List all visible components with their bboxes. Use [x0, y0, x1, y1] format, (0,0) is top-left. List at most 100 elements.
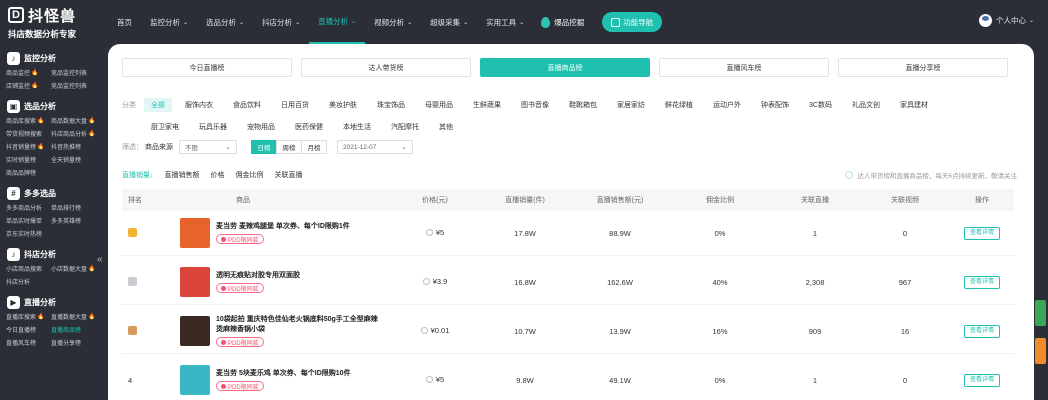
sidebar-item[interactable]: 竞品监控列表 — [51, 79, 96, 92]
sidebar-item[interactable]: 直播商品榜 — [51, 323, 96, 336]
view-detail-button[interactable]: 查看详情 — [963, 373, 1000, 387]
sidebar-item[interactable]: 店铺监控 🔥 — [6, 79, 51, 92]
sidebar-item[interactable]: 商品监控 🔥 — [6, 66, 51, 79]
sidebar-item[interactable]: 抖店分析 — [6, 275, 51, 288]
category-option[interactable]: 宠物用品 — [240, 120, 282, 134]
category-option[interactable]: 家具建材 — [893, 98, 935, 112]
category-option[interactable]: 3C数码 — [802, 98, 839, 112]
product-title[interactable]: 麦当劳 5块麦乐鸡 单次券、每个ID限购10件 — [216, 369, 384, 379]
product-thumbnail[interactable] — [180, 316, 210, 346]
sidebar-item[interactable]: 直播库搜索 🔥 — [6, 310, 51, 323]
nav-item[interactable]: 监控分析 ⌄ — [141, 0, 197, 44]
category-option[interactable]: 美妆护肤 — [322, 98, 364, 112]
sidebar-item[interactable]: 商品数据大盘 🔥 — [51, 114, 96, 127]
category-option[interactable]: 厨卫家电 — [144, 120, 186, 134]
user-menu[interactable]: 个人中心 ⌄ — [978, 14, 1034, 27]
category-option[interactable]: 运动户外 — [706, 98, 748, 112]
sidebar-item[interactable]: 抖店商品分析 🔥 — [51, 127, 96, 140]
tab-rank[interactable]: 达人带货榜 — [301, 58, 471, 77]
category-option[interactable]: 其他 — [432, 120, 460, 134]
sidebar-item[interactable]: 带货视频搜索 — [6, 127, 51, 140]
category-option[interactable]: 本地生活 — [336, 120, 378, 134]
nav-item[interactable]: 直播分析 ⌄ — [309, 0, 366, 44]
sidebar-item[interactable]: 直播分享榜 — [51, 336, 96, 349]
sidebar-item[interactable]: 多多英雄榜 — [51, 214, 96, 227]
category-option[interactable]: 礼品文创 — [845, 98, 887, 112]
sidebar-item[interactable]: 商品品牌榜 — [6, 166, 51, 179]
sidebar-item[interactable]: 抖音热推榜 — [51, 140, 96, 153]
nav-item[interactable]: 超级采集 ⌄ — [421, 0, 477, 44]
tab-rank[interactable]: 今日直播榜 — [122, 58, 292, 77]
category-option[interactable]: 生鲜蔬果 — [466, 98, 508, 112]
category-option[interactable]: 汽配摩托 — [384, 120, 426, 134]
period-option[interactable]: 周榜 — [276, 140, 302, 154]
sidebar-item[interactable]: 直播风车榜 — [6, 336, 51, 349]
sort-option[interactable]: 关联直播 — [275, 170, 303, 180]
sort-option[interactable]: 价格 — [211, 170, 225, 180]
collapse-icon[interactable]: « — [97, 254, 103, 265]
product-title[interactable]: 透明无痕贴对胶专用双面胶 — [216, 271, 384, 281]
product-thumbnail[interactable] — [180, 267, 210, 297]
view-detail-button[interactable]: 查看详情 — [963, 226, 1000, 240]
nav-item[interactable]: 抖店分析 ⌄ — [253, 0, 309, 44]
category-option[interactable]: 食品饮料 — [226, 98, 268, 112]
category-option[interactable]: 全部 — [144, 98, 172, 112]
nav-item[interactable]: 首页 — [108, 0, 141, 44]
view-detail-button[interactable]: 查看详情 — [963, 324, 1000, 338]
sidebar-item[interactable]: 实时销量榜 — [6, 153, 51, 166]
product-cell[interactable]: 麦当劳 麦辣鸡腿堡 单次券、每个ID限购1件 PDD限同款 — [172, 218, 390, 248]
feature-nav-button[interactable]: 功能导航 — [602, 12, 663, 32]
sidebar-section-head[interactable]: ▣ 选品分析 — [0, 98, 96, 114]
nav-item[interactable]: 实用工具 ⌄ — [477, 0, 533, 44]
category-option[interactable]: 珠宝饰品 — [370, 98, 412, 112]
sidebar-item[interactable]: 小店商品搜索 — [6, 262, 51, 275]
product-cell[interactable]: 透明无痕贴对胶专用双面胶 PDD限同款 — [172, 267, 390, 297]
sidebar-item[interactable]: 京东实时热榜 — [6, 227, 51, 240]
category-option[interactable]: 家居家纺 — [610, 98, 652, 112]
nav-item[interactable]: 选品分析 ⌄ — [197, 0, 253, 44]
category-option[interactable]: 鲜花绿植 — [658, 98, 700, 112]
sidebar-item[interactable]: 商品库搜索 🔥 — [6, 114, 51, 127]
product-cell[interactable]: 10袋起拍 重庆特色佳仙老火锅底料50g手工全型麻辣烫麻辣香锅小袋 PDD限同款 — [172, 315, 390, 347]
category-option[interactable]: 钟表配饰 — [754, 98, 796, 112]
product-thumbnail[interactable] — [180, 218, 210, 248]
tab-rank[interactable]: 直播商品榜 — [480, 58, 650, 77]
source-select[interactable]: 不限 ⌄ — [179, 140, 237, 154]
category-option[interactable]: 母婴用品 — [418, 98, 460, 112]
sort-option[interactable]: 直播销量↓ — [122, 170, 154, 180]
category-option[interactable]: 鞋靴箱包 — [562, 98, 604, 112]
float-tab-orange[interactable] — [1035, 338, 1046, 364]
sidebar-item[interactable]: 竞品监控列表 — [51, 66, 96, 79]
product-cell[interactable]: 麦当劳 5块麦乐鸡 单次券、每个ID限购10件 PDD限同款 — [172, 365, 390, 395]
period-option[interactable]: 日榜 — [251, 140, 277, 154]
nav-item[interactable]: 视频分析 ⌄ — [365, 0, 421, 44]
sidebar-item[interactable]: 小店数据大盘 🔥 — [51, 262, 96, 275]
sidebar-item[interactable]: 多多商品分析 — [6, 201, 51, 214]
period-option[interactable]: 月榜 — [301, 140, 327, 154]
sidebar-item[interactable]: 抖音销量榜 🔥 — [6, 140, 51, 153]
sidebar-section-head[interactable]: # 多多选品 — [0, 185, 96, 201]
category-option[interactable]: 日用百货 — [274, 98, 316, 112]
sidebar-item[interactable]: 单品实时爆单 — [6, 214, 51, 227]
sidebar-collapse[interactable]: « — [96, 44, 108, 400]
category-option[interactable]: 玩具乐器 — [192, 120, 234, 134]
logo[interactable]: D 抖怪兽 抖店数据分析专家 — [8, 5, 88, 39]
sidebar-item[interactable]: 直播数据大盘 🔥 — [51, 310, 96, 323]
hot-products-link[interactable]: 爆品挖掘 — [533, 16, 592, 28]
product-title[interactable]: 麦当劳 麦辣鸡腿堡 单次券、每个ID限购1件 — [216, 222, 384, 232]
tab-rank[interactable]: 直播分享榜 — [838, 58, 1008, 77]
date-picker[interactable]: 2021-12-07 ⌄ — [337, 140, 413, 154]
tab-rank[interactable]: 直播风车榜 — [659, 58, 829, 77]
float-tab-green[interactable] — [1035, 300, 1046, 326]
sort-option[interactable]: 佣金比例 — [236, 170, 264, 180]
sidebar-section-head[interactable]: ♪ 抖店分析 — [0, 246, 96, 262]
category-option[interactable]: 图书音像 — [514, 98, 556, 112]
sidebar-section-head[interactable]: ▶ 直播分析 — [0, 294, 96, 310]
sidebar-item[interactable]: 单品排行榜 — [51, 201, 96, 214]
sidebar-item[interactable]: 今日直播榜 — [6, 323, 51, 336]
sidebar-section-head[interactable]: ♪ 监控分析 — [0, 50, 96, 66]
product-title[interactable]: 10袋起拍 重庆特色佳仙老火锅底料50g手工全型麻辣烫麻辣香锅小袋 — [216, 315, 384, 335]
view-detail-button[interactable]: 查看详情 — [963, 275, 1000, 289]
sort-option[interactable]: 直播销售额 — [165, 170, 200, 180]
category-option[interactable]: 服饰内衣 — [178, 98, 220, 112]
